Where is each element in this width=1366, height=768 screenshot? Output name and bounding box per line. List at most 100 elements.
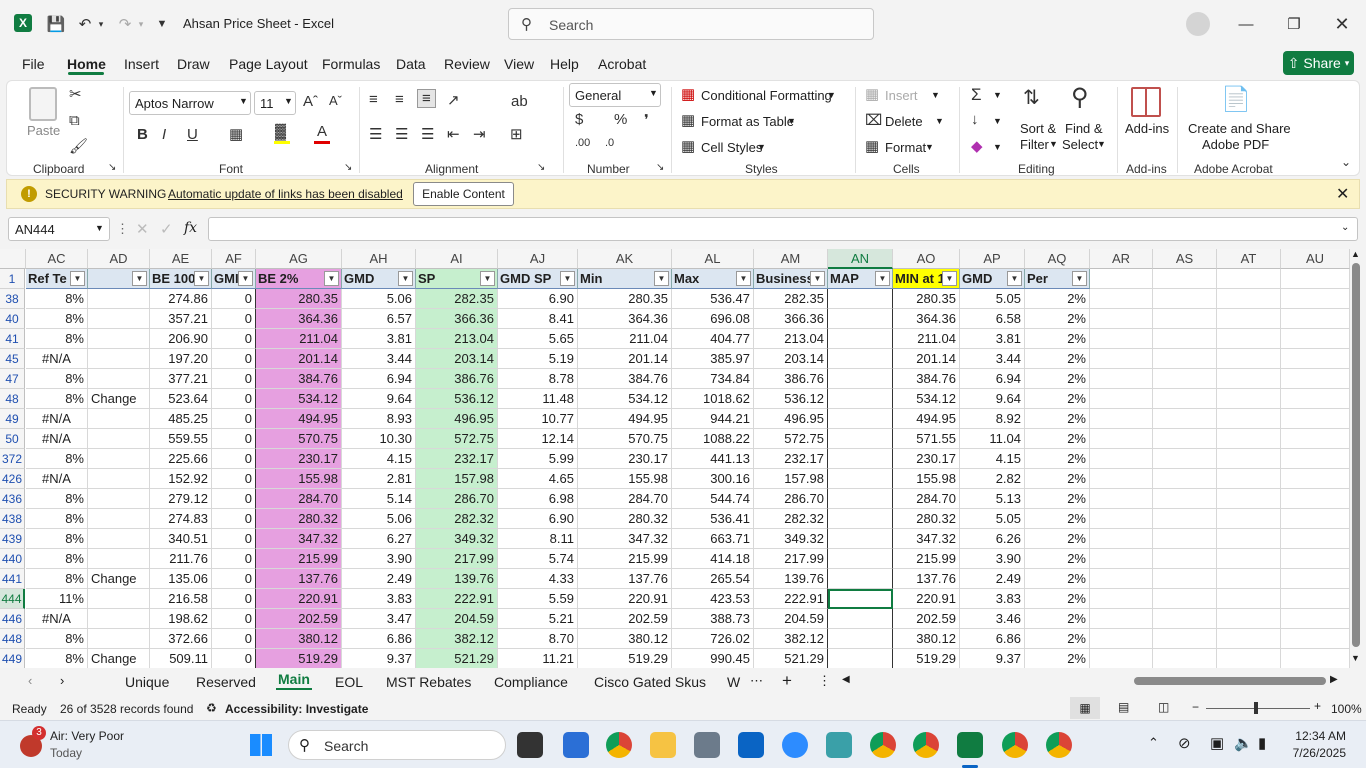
cell[interactable] (1153, 469, 1217, 489)
cell-ag[interactable]: 215.99 (256, 549, 342, 569)
cell[interactable] (1281, 409, 1350, 429)
fill-color-icon[interactable]: ▓ (275, 123, 286, 140)
insert-function-icon[interactable]: fx (184, 220, 197, 236)
cell-ae[interactable]: 523.64 (150, 389, 212, 409)
cell-al[interactable]: 414.18 (672, 549, 754, 569)
cell-al[interactable]: 663.71 (672, 529, 754, 549)
cell-ad[interactable] (88, 589, 150, 609)
cell-aq[interactable]: 2% (1025, 449, 1090, 469)
cell-an[interactable] (828, 389, 893, 409)
cell-ah[interactable]: 6.94 (342, 369, 416, 389)
cell-ak[interactable]: 211.04 (578, 329, 672, 349)
cell-ad[interactable] (88, 529, 150, 549)
filter-dropdown-icon[interactable]: ▼ (398, 271, 413, 286)
cell-ao[interactable]: 155.98 (893, 469, 960, 489)
cell-aj[interactable]: 4.33 (498, 569, 578, 589)
select-all-corner[interactable] (0, 249, 26, 269)
tab-home[interactable]: Home (67, 56, 106, 72)
cell-ac[interactable]: 8% (26, 529, 88, 549)
cell[interactable] (1217, 409, 1281, 429)
cell-an[interactable] (828, 329, 893, 349)
cell-am[interactable]: 222.91 (754, 589, 828, 609)
calculator-icon[interactable] (694, 732, 720, 758)
cell-aj[interactable]: 5.59 (498, 589, 578, 609)
cell-am[interactable]: 282.35 (754, 289, 828, 309)
cell-an[interactable] (828, 449, 893, 469)
cell[interactable] (1281, 649, 1350, 669)
vertical-scrollbar[interactable]: ▲ ▼ (1350, 249, 1362, 667)
cell-an[interactable] (828, 549, 893, 569)
cell-an[interactable] (828, 649, 893, 669)
cell-aj[interactable]: 5.74 (498, 549, 578, 569)
filter-dropdown-icon[interactable]: ▼ (942, 271, 957, 286)
header-cell-ao[interactable]: MIN at 1 ▼ (893, 269, 960, 289)
share-button[interactable]: ⇧ Share ▾ (1283, 51, 1354, 75)
cell-am[interactable]: 282.32 (754, 509, 828, 529)
column-header-at[interactable]: AT (1217, 249, 1281, 269)
cell-ao[interactable]: 284.70 (893, 489, 960, 509)
cell[interactable] (1217, 489, 1281, 509)
clock-time[interactable]: 12:34 AM (1286, 729, 1346, 743)
cell[interactable] (1281, 549, 1350, 569)
cell[interactable] (1217, 589, 1281, 609)
tab-formulas[interactable]: Formulas (322, 56, 380, 72)
cancel-icon[interactable]: ✕ (136, 220, 149, 238)
column-header-ae[interactable]: AE (150, 249, 212, 269)
cell-ae[interactable]: 279.12 (150, 489, 212, 509)
filter-dropdown-icon[interactable]: ▼ (1072, 271, 1087, 286)
merge-center-icon[interactable]: ⊞ (510, 125, 523, 143)
cell-ao[interactable]: 347.32 (893, 529, 960, 549)
cell-aq[interactable]: 2% (1025, 509, 1090, 529)
cell-al[interactable]: 441.13 (672, 449, 754, 469)
cell[interactable] (1217, 549, 1281, 569)
column-header-ah[interactable]: AH (342, 249, 416, 269)
cell[interactable] (1153, 329, 1217, 349)
find-select-icon[interactable]: ⚲ (1071, 83, 1089, 112)
cell-ae[interactable]: 274.83 (150, 509, 212, 529)
cell-ak[interactable]: 284.70 (578, 489, 672, 509)
cell-aq[interactable]: 2% (1025, 589, 1090, 609)
cell-ak[interactable]: 384.76 (578, 369, 672, 389)
tab-draw[interactable]: Draw (177, 56, 210, 72)
cell-aq[interactable]: 2% (1025, 569, 1090, 589)
cell-ac[interactable]: 8% (26, 369, 88, 389)
cell-ag[interactable]: 220.91 (256, 589, 342, 609)
tab-data[interactable]: Data (396, 56, 426, 72)
cell[interactable] (1281, 329, 1350, 349)
cell-af[interactable]: 0 (212, 389, 256, 409)
cell-aq[interactable]: 2% (1025, 529, 1090, 549)
chrome-profile-icon[interactable] (913, 732, 939, 758)
cell[interactable] (1090, 569, 1153, 589)
sheet-tab-reserved[interactable]: Reserved (196, 674, 256, 690)
cell-ae[interactable]: 377.21 (150, 369, 212, 389)
cell-ai[interactable]: 349.32 (416, 529, 498, 549)
cell-ac[interactable]: #N/A (26, 429, 88, 449)
enter-icon[interactable]: ✓ (160, 220, 173, 238)
filter-dropdown-icon[interactable]: ▼ (324, 271, 339, 286)
cell-ad[interactable] (88, 449, 150, 469)
scroll-left-icon[interactable]: ◀ (842, 674, 850, 685)
undo-icon[interactable]: ↶ (74, 10, 96, 38)
sheet-tab-cisco-gated-skus[interactable]: Cisco Gated Skus (594, 674, 706, 690)
file-explorer-icon[interactable] (650, 732, 676, 758)
row-header[interactable]: 45 (0, 349, 25, 369)
cell-af[interactable]: 0 (212, 589, 256, 609)
cell-ah[interactable]: 6.57 (342, 309, 416, 329)
column-header-aq[interactable]: AQ (1025, 249, 1090, 269)
cell-ap[interactable]: 5.13 (960, 489, 1025, 509)
cell-ag[interactable]: 570.75 (256, 429, 342, 449)
cell-aj[interactable]: 5.65 (498, 329, 578, 349)
cell-ah[interactable]: 8.93 (342, 409, 416, 429)
cell-ag[interactable]: 280.35 (256, 289, 342, 309)
cell[interactable] (1281, 529, 1350, 549)
row-header[interactable]: 438 (0, 509, 25, 529)
align-bottom-icon[interactable]: ≡ (417, 89, 436, 108)
cell-ah[interactable]: 3.90 (342, 549, 416, 569)
cell-ag[interactable]: 519.29 (256, 649, 342, 669)
sheet-tab-compliance[interactable]: Compliance (494, 674, 568, 690)
sheet-options-icon[interactable]: ⋮ (818, 673, 831, 689)
cell-ah[interactable]: 3.81 (342, 329, 416, 349)
header-cell-am[interactable]: Business ▼ (754, 269, 828, 289)
page-break-view-icon[interactable]: ◫ (1158, 700, 1169, 714)
cell-aj[interactable]: 8.11 (498, 529, 578, 549)
